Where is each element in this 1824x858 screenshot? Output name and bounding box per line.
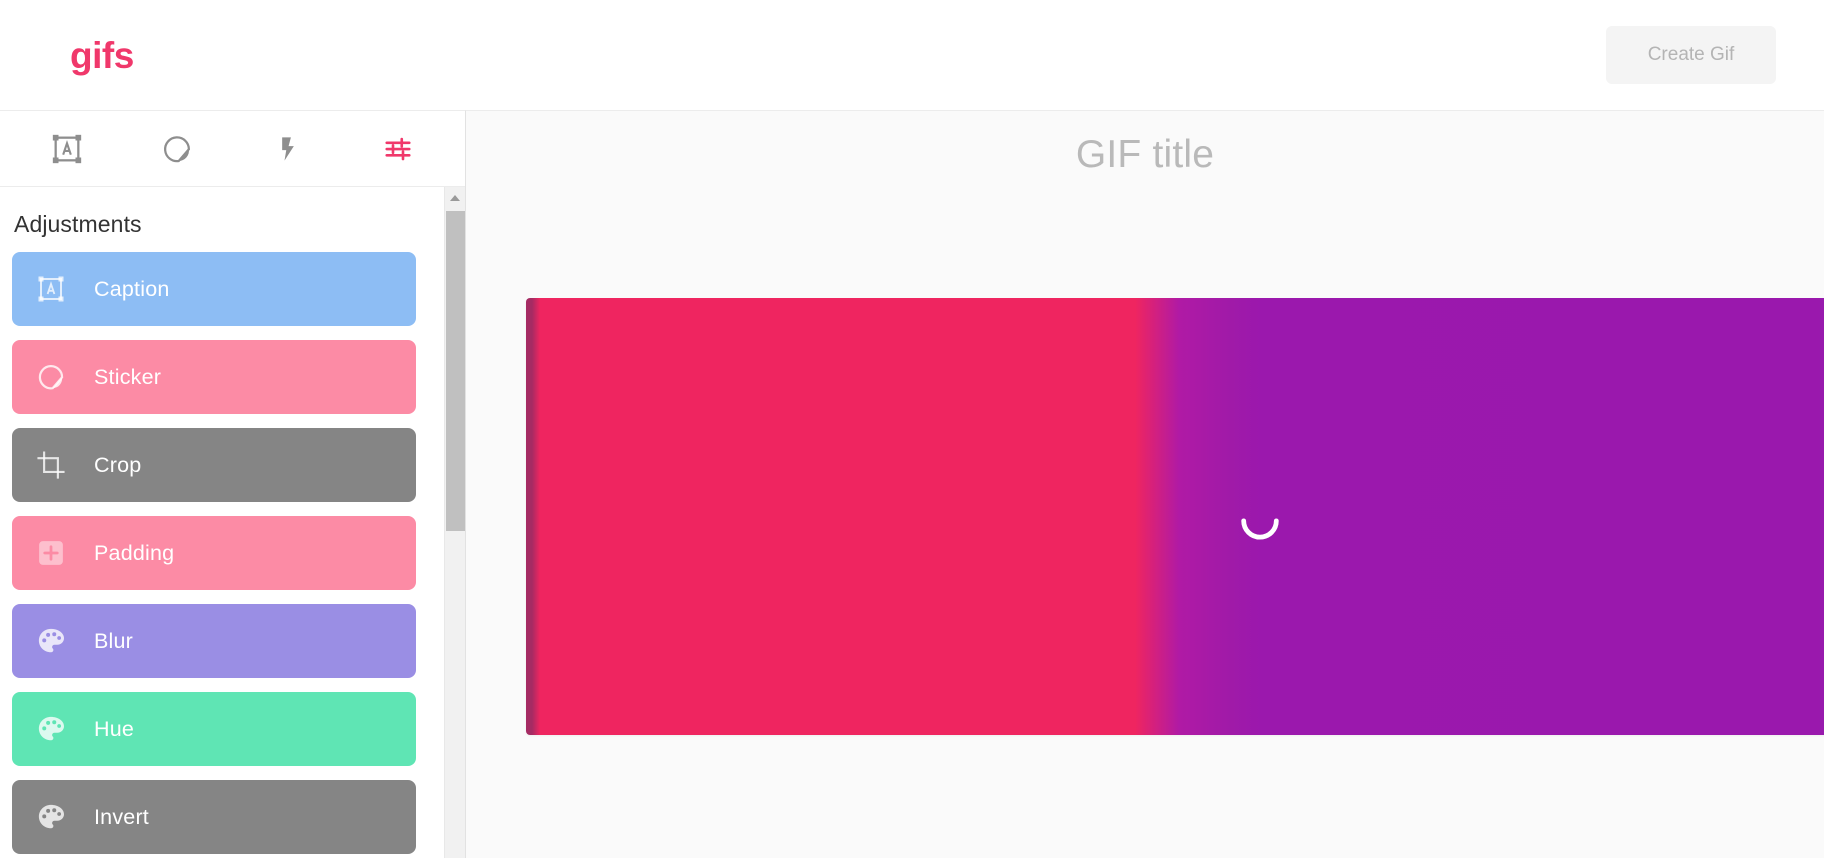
adjustment-label: Crop (94, 452, 142, 477)
palette-icon (36, 626, 66, 656)
adjustment-label: Hue (94, 716, 135, 741)
adjustment-item-caption[interactable]: Caption (12, 252, 416, 326)
editor-sidebar: Adjustments Caption Sticker Crop Padding… (0, 110, 466, 858)
sticker-icon (162, 134, 192, 164)
scroll-up-arrow-icon[interactable] (445, 187, 465, 209)
adjustment-item-hue[interactable]: Hue (12, 692, 416, 766)
sidebar-tabbar (0, 111, 465, 187)
scrollbar-thumb[interactable] (446, 211, 465, 531)
palette-icon (36, 802, 66, 832)
adjustment-item-crop[interactable]: Crop (12, 428, 416, 502)
adjustment-label: Invert (94, 804, 149, 829)
app-header: gifs Create Gif (0, 0, 1824, 110)
tab-adjustments[interactable] (343, 111, 453, 186)
adjustment-item-invert[interactable]: Invert (12, 780, 416, 854)
tab-caption[interactable] (12, 111, 122, 186)
panel-title: Adjustments (14, 211, 142, 237)
adjustments-list: Caption Sticker Crop Padding Blur Hue In… (0, 252, 430, 854)
app-root: gifs Create Gif Adjustments Caption Stic… (0, 0, 1824, 858)
adjustment-label: Blur (94, 628, 134, 653)
caption-icon (50, 132, 84, 166)
adjustment-item-blur[interactable]: Blur (12, 604, 416, 678)
brand-logo[interactable]: gifs (70, 37, 134, 74)
caption-icon (36, 274, 66, 304)
loading-spinner-icon (1241, 517, 1279, 540)
adjustments-panel: Adjustments Caption Sticker Crop Padding… (0, 187, 465, 858)
adjustment-label: Padding (94, 540, 175, 565)
adjustment-label: Sticker (94, 364, 162, 389)
lightning-bolt-icon (274, 135, 302, 163)
adjustment-item-padding[interactable]: Padding (12, 516, 416, 590)
sliders-icon (383, 134, 413, 164)
app-body: Adjustments Caption Sticker Crop Padding… (0, 110, 1824, 858)
sticker-icon (36, 362, 66, 392)
tab-sticker[interactable] (122, 111, 232, 186)
adjustment-label: Caption (94, 276, 170, 301)
gif-title-input[interactable] (825, 133, 1465, 177)
palette-icon (36, 714, 66, 744)
sidebar-scrollbar[interactable] (444, 187, 465, 858)
create-gif-button[interactable]: Create Gif (1606, 26, 1776, 84)
gif-preview[interactable] (526, 298, 1824, 735)
padding-icon (36, 538, 66, 568)
tab-effects[interactable] (233, 111, 343, 186)
gif-preview-container[interactable] (526, 298, 1824, 735)
adjustment-item-sticker[interactable]: Sticker (12, 340, 416, 414)
preview-stage (466, 110, 1824, 858)
crop-icon (36, 450, 66, 480)
